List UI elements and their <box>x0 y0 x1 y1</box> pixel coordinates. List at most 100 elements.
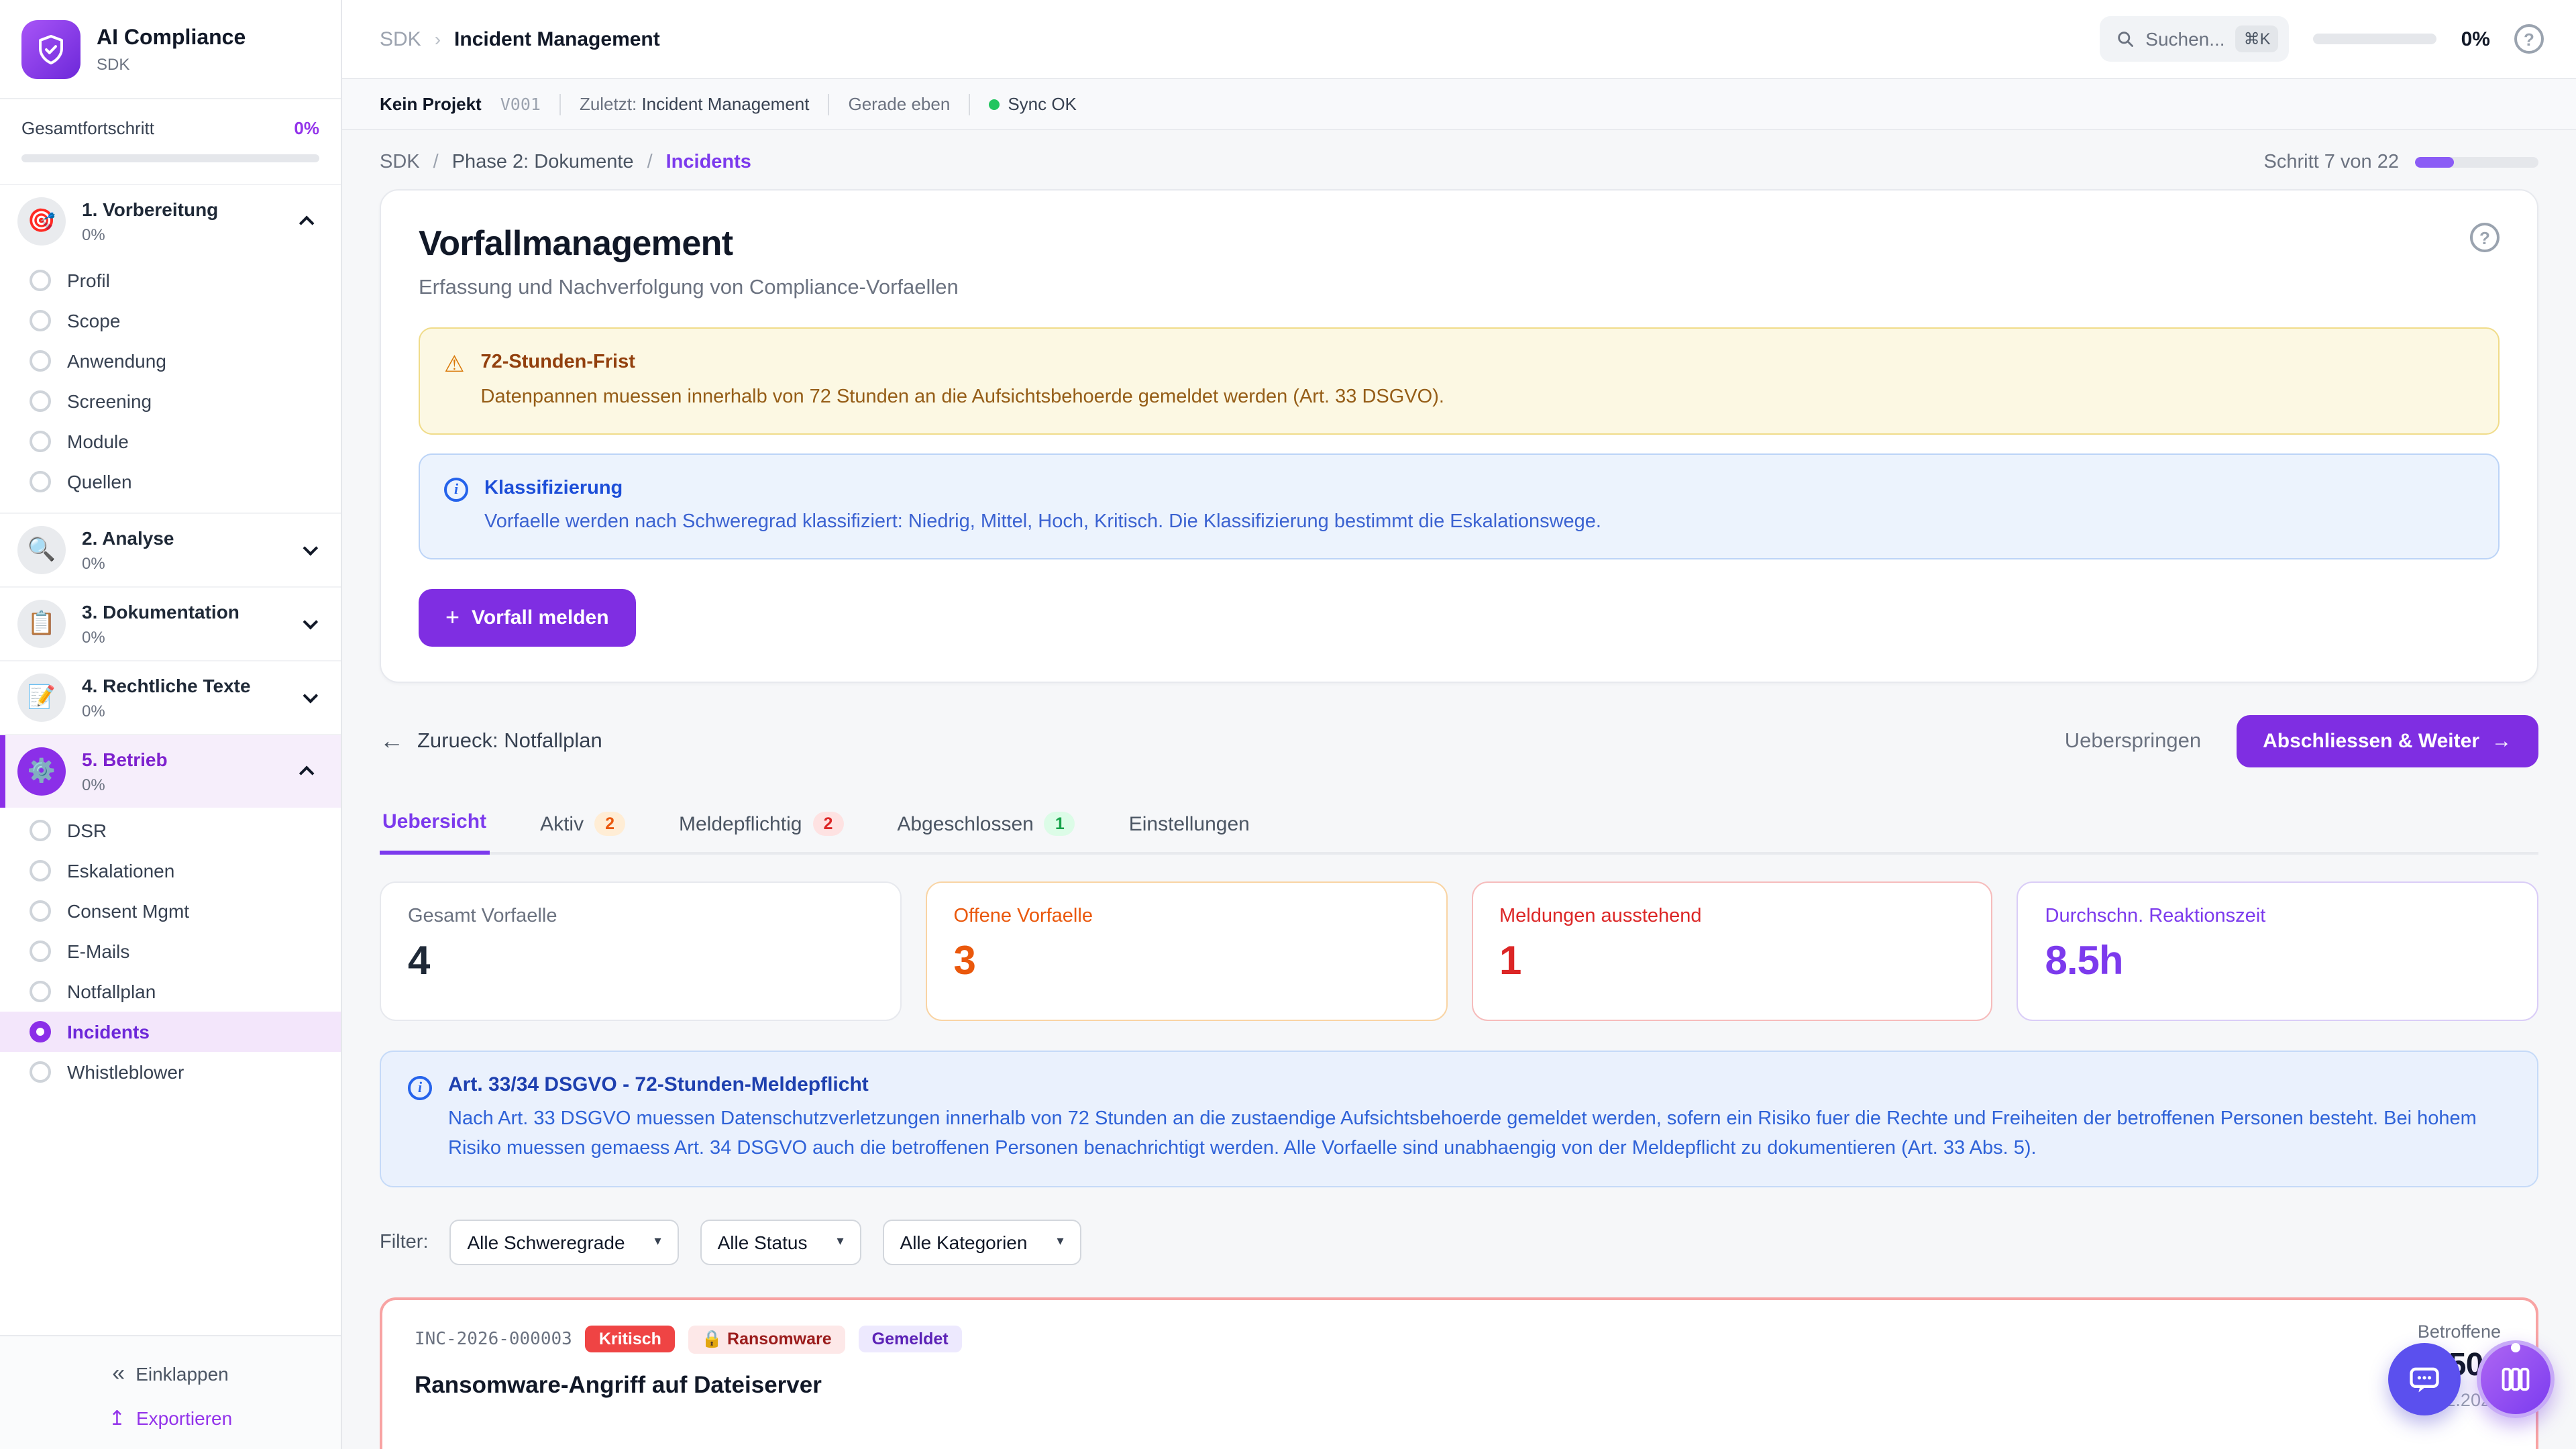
plus-icon: + <box>445 604 460 632</box>
collapse-sidebar-button[interactable]: « Einklappen <box>0 1352 341 1395</box>
chevron-right-icon: › <box>435 28 441 50</box>
tab-label: Abgeschlossen <box>897 812 1033 835</box>
sidebar-section-header-4-rechtliche-texte[interactable]: 📝4. Rechtliche Texte0% <box>0 661 341 734</box>
section-title: 1. Vorbereitung <box>82 199 218 220</box>
stat-card-offene-vorfaelle: Offene Vorfaelle3 <box>926 881 1448 1021</box>
step-circle-icon <box>30 350 51 372</box>
last-label: Zuletzt: <box>580 94 637 114</box>
filter-select-alle-schweregrade[interactable]: Alle Schweregrade▾ <box>450 1220 679 1265</box>
category-label: Ransomware <box>727 1330 832 1348</box>
tab-uebersicht[interactable]: Uebersicht <box>380 800 489 855</box>
sidebar-item-label: E-Mails <box>67 941 129 962</box>
sidebar-section-header-1-vorbereitung[interactable]: 🎯1. Vorbereitung0% <box>0 185 341 258</box>
step-circle-icon <box>30 431 51 452</box>
sidebar-item-eskalationen[interactable]: Eskalationen <box>0 851 341 891</box>
step-circle-icon <box>30 310 51 331</box>
search-input[interactable]: Suchen... ⌘K <box>2100 16 2289 62</box>
warning-title: 72-Stunden-Frist <box>481 349 1444 378</box>
overall-progress-value: 0% <box>294 118 319 138</box>
report-incident-button[interactable]: + Vorfall melden <box>419 589 636 647</box>
chevron-down-icon: ▾ <box>1057 1235 1063 1250</box>
overall-progress-track <box>21 154 319 162</box>
export-button[interactable]: ↥ Exportieren <box>0 1395 341 1430</box>
section-title: 2. Analyse <box>82 527 174 549</box>
collapse-chevrons-icon: « <box>112 1360 125 1387</box>
filter-select-alle-status[interactable]: Alle Status▾ <box>700 1220 861 1265</box>
warning-text: Datenpannen muessen innerhalb von 72 Stu… <box>481 384 1444 413</box>
section-emoji-icon: 🎯 <box>17 197 66 246</box>
main-area: SDK › Incident Management Suchen... ⌘K 0… <box>342 0 2576 1449</box>
severity-badge: Kritisch <box>586 1326 675 1353</box>
step-progress-track <box>2415 157 2538 168</box>
tab-abgeschlossen[interactable]: Abgeschlossen1 <box>894 800 1077 855</box>
crumb-separator: / <box>647 152 653 173</box>
complete-next-button[interactable]: Abschliessen & Weiter → <box>2236 715 2538 767</box>
tab-bar: Uebersicht Aktiv2 Meldepflichtig2 Abgeschlo… <box>380 800 2538 855</box>
skip-button[interactable]: Ueberspringen <box>2065 729 2201 753</box>
divider <box>559 93 561 115</box>
back-label: Zurueck: Notfallplan <box>417 729 602 753</box>
regulation-info-box: i Art. 33/34 DSGVO - 72-Stunden-Meldepfl… <box>380 1051 2538 1187</box>
content-scroll-area[interactable]: SDK / Phase 2: Dokumente / Incidents Sch… <box>342 130 2576 1449</box>
section-help-icon[interactable]: ? <box>2470 223 2500 252</box>
chat-fab-button[interactable] <box>2388 1343 2461 1415</box>
sidebar-item-consent-mgmt[interactable]: Consent Mgmt <box>0 891 341 931</box>
sidebar-item-label: Notfallplan <box>67 981 156 1002</box>
report-incident-label: Vorfall melden <box>472 606 609 629</box>
help-icon[interactable]: ? <box>2514 24 2544 54</box>
last-visited: Zuletzt: Incident Management <box>580 94 810 114</box>
panels-fab-button[interactable] <box>2477 1340 2555 1418</box>
sidebar-item-label: Eskalationen <box>67 860 174 881</box>
tab-einstellungen[interactable]: Einstellungen <box>1126 800 1252 855</box>
tab-meldepflichtig[interactable]: Meldepflichtig2 <box>676 800 846 855</box>
crumb-phase[interactable]: Phase 2: Dokumente <box>452 152 634 173</box>
selected-option: Alle Status <box>718 1232 808 1253</box>
sidebar-item-label: Incidents <box>67 1021 150 1042</box>
sidebar-item-label: DSR <box>67 820 107 841</box>
selected-option: Alle Kategorien <box>900 1232 1028 1253</box>
sidebar-item-module[interactable]: Module <box>0 421 341 462</box>
crumb-incidents: Incidents <box>666 152 751 173</box>
section-title: 4. Rechtliche Texte <box>82 675 251 696</box>
incident-card[interactable]: INC-2026-000003 Kritisch 🔒 Ransomware Ge… <box>380 1297 2538 1449</box>
sidebar-item-incidents[interactable]: Incidents <box>0 1012 341 1052</box>
back-button[interactable]: ← Zurueck: Notfallplan <box>380 727 602 755</box>
sidebar-item-whistleblower[interactable]: Whistleblower <box>0 1052 341 1092</box>
notification-dot <box>2511 1343 2520 1352</box>
sidebar-item-profil[interactable]: Profil <box>0 260 341 301</box>
app-subtitle: SDK <box>97 54 246 73</box>
stat-card-meldungen-ausstehend: Meldungen ausstehend1 <box>1471 881 1993 1021</box>
page-title: Vorfallmanagement <box>419 223 733 264</box>
app-window: AI Compliance SDK Gesamtfortschritt 0% 🎯… <box>0 0 2576 1449</box>
lock-icon: 🔒 <box>702 1330 722 1348</box>
status-badge: Gemeldet <box>859 1326 962 1353</box>
category-badge: 🔒 Ransomware <box>688 1326 845 1354</box>
stat-label: Gesamt Vorfaelle <box>408 906 873 927</box>
sidebar-item-e-mails[interactable]: E-Mails <box>0 931 341 971</box>
breadcrumb-root[interactable]: SDK <box>380 28 421 50</box>
stat-value: 1 <box>1499 939 1965 985</box>
sidebar-item-quellen[interactable]: Quellen <box>0 462 341 502</box>
regulation-title: Art. 33/34 DSGVO - 72-Stunden-Meldepflic… <box>448 1073 2510 1096</box>
divider <box>828 93 830 115</box>
regulation-text: Nach Art. 33 DSGVO muessen Datenschutzve… <box>448 1104 2510 1165</box>
step-circle-icon <box>30 860 51 881</box>
sidebar-item-scope[interactable]: Scope <box>0 301 341 341</box>
topbar-progress-value: 0% <box>2461 28 2490 50</box>
tab-aktiv[interactable]: Aktiv2 <box>537 800 628 855</box>
stat-cards: Gesamt Vorfaelle4Offene Vorfaelle3Meldun… <box>380 881 2538 1021</box>
sidebar-section-4-rechtliche-texte: 📝4. Rechtliche Texte0% <box>0 660 341 734</box>
sidebar-item-dsr[interactable]: DSR <box>0 810 341 851</box>
sidebar-section-header-5-betrieb[interactable]: ⚙️5. Betrieb0% <box>0 735 341 808</box>
sidebar-section-header-2-analyse[interactable]: 🔍2. Analyse0% <box>0 514 341 586</box>
sidebar-item-notfallplan[interactable]: Notfallplan <box>0 971 341 1012</box>
filter-select-alle-kategorien[interactable]: Alle Kategorien ▾ <box>883 1220 1081 1265</box>
stat-card-durchschn-reaktionszeit: Durchschn. Reaktionszeit8.5h <box>2017 881 2539 1021</box>
section-percent: 0% <box>82 775 287 794</box>
info-title: Klassifizierung <box>484 474 1601 504</box>
sidebar-section-header-3-dokumentation[interactable]: 📋3. Dokumentation0% <box>0 588 341 660</box>
section-emoji-icon: 📝 <box>17 674 66 722</box>
crumb-sdk[interactable]: SDK <box>380 152 420 173</box>
sidebar-item-screening[interactable]: Screening <box>0 381 341 421</box>
sidebar-item-anwendung[interactable]: Anwendung <box>0 341 341 381</box>
